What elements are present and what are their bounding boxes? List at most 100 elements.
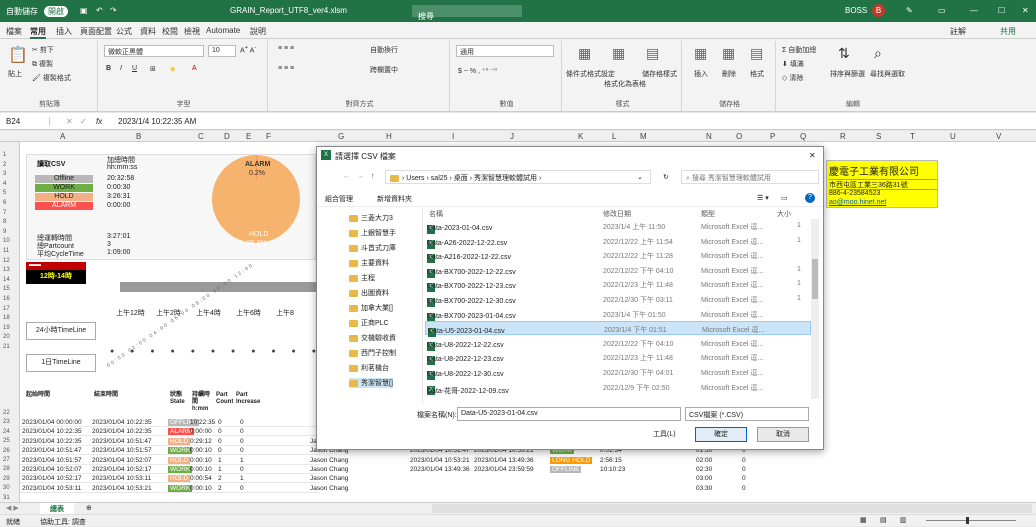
font-name-select[interactable]: 微軟正黑體 [104, 45, 204, 57]
sort-filter-icon[interactable]: ⇅ [838, 45, 850, 62]
timeline-24h-button[interactable]: 24小時TimeLine [26, 322, 96, 340]
find-icon[interactable]: ⌕ [874, 45, 882, 62]
ok-button[interactable]: 確定 [695, 427, 747, 442]
pen-icon[interactable]: ✎ [906, 6, 913, 15]
paste-button[interactable]: 貼上 [8, 69, 22, 79]
forward-icon[interactable]: → [357, 173, 364, 180]
row-header-9[interactable]: 9 [3, 229, 6, 235]
column-header-e[interactable]: E [246, 132, 251, 141]
cell-style-icon[interactable]: ▤ [646, 45, 659, 62]
menu-insert[interactable]: 插入 [56, 26, 72, 37]
nav-folder[interactable]: 秀潔智慧[] [349, 378, 393, 388]
font-size-select[interactable]: 10 [208, 45, 236, 57]
insert-button[interactable]: 插入 [694, 69, 708, 79]
row-header-18[interactable]: 18 [3, 315, 10, 321]
format-button[interactable]: 格式 [750, 69, 764, 79]
organize-button[interactable]: 組合管理 [325, 194, 353, 204]
normal-view-icon[interactable]: ▦ [860, 516, 867, 524]
refresh-icon[interactable]: ↻ [663, 173, 669, 181]
share-button[interactable]: 共用 [1000, 26, 1016, 37]
fill-color-icon[interactable]: ◈ [170, 65, 175, 73]
column-header-p[interactable]: P [770, 132, 775, 141]
file-row[interactable]: X Data-BX700-2022-12-30.csv 2022/12/30 下午 … [425, 292, 811, 307]
table-row[interactable]: 2023/01/04 10:22:35 2023/01/04 10:22:35 AL… [20, 427, 320, 437]
nav-folder[interactable]: 交機驗收資 [349, 333, 396, 343]
horizontal-scrollbar[interactable] [432, 504, 1032, 513]
row-header-7[interactable]: 7 [3, 210, 6, 216]
nav-folder[interactable]: 上銀智慧手 [349, 228, 396, 238]
row-header-14[interactable]: 14 [3, 277, 10, 283]
file-list-scrollbar[interactable] [811, 219, 819, 399]
nav-folder[interactable]: 主程 [349, 273, 375, 283]
file-row[interactable]: X Data-BX700-2022-12-22.csv 2022/12/22 下午 … [425, 263, 811, 278]
prev-sheet-icon[interactable]: ◀ ▶ [6, 504, 19, 512]
file-row[interactable]: X Data-A216-2022-12-22.csv 2022/12/22 上午 1… [425, 248, 811, 264]
table-row[interactable]: 2023/01/04 10:22:35 2023/01/04 10:51:47 HO… [20, 437, 320, 446]
row-header-15[interactable]: 15 [3, 286, 10, 292]
file-row[interactable]: X Data-2023-01-04.csv 2023/1/4 上午 11:50 Mic… [425, 219, 811, 234]
font-color-icon[interactable]: A [192, 65, 197, 72]
row-header-22[interactable]: 22 [3, 410, 10, 416]
undo-icon[interactable]: ↶ [96, 6, 103, 15]
menu-formulas[interactable]: 公式 [116, 26, 132, 37]
row-header-29[interactable]: 29 [3, 476, 10, 482]
filename-input[interactable]: Data-U5-2023-01-04.csv [457, 407, 681, 421]
path-breadcrumb[interactable]: › Users › sal25 › 桌面 › 秀潔智慧理軟體試用 › [385, 170, 651, 184]
file-row[interactable]: X Data-U8-2022-12-30.csv 2022/12/30 下午 04:… [425, 365, 811, 380]
format-cells-icon[interactable]: ▤ [750, 45, 763, 62]
up-icon[interactable]: ↑ [371, 173, 375, 180]
conditional-format-icon[interactable]: ▦ [578, 45, 591, 62]
nav-folder[interactable]: 正商PLC [349, 318, 389, 328]
column-header-o[interactable]: O [736, 132, 742, 141]
row-header-2[interactable]: 2 [3, 162, 6, 168]
file-row[interactable]: X Data-花哥-2022-12-09.csv 2022/12/9 下午 02:5… [425, 380, 811, 395]
column-header-l[interactable]: L [612, 132, 616, 141]
merge-center-button[interactable]: 跨欄置中 [370, 65, 398, 75]
column-header-g[interactable]: G [338, 132, 344, 141]
number-format-select[interactable]: 通用 [456, 45, 554, 57]
delete-cells-icon[interactable]: ▦ [722, 45, 735, 62]
file-row[interactable]: X Data-U5-2023-01-04.csv 2023/1/4 下午 01:51… [425, 321, 811, 338]
cell-styles-button[interactable]: 儲存格樣式 [642, 69, 677, 79]
paste-icon[interactable]: 📋 [8, 45, 28, 65]
menu-view[interactable]: 檢視 [184, 26, 200, 37]
row-header-19[interactable]: 19 [3, 325, 10, 331]
nav-folder[interactable]: 西門子控制 [349, 348, 396, 358]
row-header-5[interactable]: 5 [3, 190, 6, 196]
italic-icon[interactable]: I [120, 65, 122, 72]
menu-file[interactable]: 檔案 [6, 26, 22, 37]
column-header-n[interactable]: N [706, 132, 712, 141]
table-row[interactable]: 2023/01/04 10:52:07 2023/01/04 10:52:17 WO… [20, 465, 320, 474]
file-row[interactable]: X Data-BX700-2022-12-23.csv 2022/12/23 上午 … [425, 277, 811, 293]
table-row[interactable]: 2023/01/04 10:51:47 2023/01/04 10:51:57 WO… [20, 446, 320, 456]
fx-icon[interactable]: fx [96, 117, 102, 126]
align-top-icon[interactable]: ≡ ≡ ≡ [278, 45, 294, 52]
search-box[interactable]: ⌕ 搜尋 [412, 5, 522, 21]
insert-cells-icon[interactable]: ▦ [694, 45, 707, 62]
autosum-button[interactable]: Σ 自動加總 [782, 45, 816, 55]
file-column-header[interactable]: 類型 [701, 209, 715, 219]
page-layout-icon[interactable]: ▤ [880, 516, 887, 524]
row-header-4[interactable]: 4 [3, 181, 6, 187]
column-header-h[interactable]: H [386, 132, 392, 141]
column-header-t[interactable]: T [910, 132, 915, 141]
row-header-20[interactable]: 20 [3, 334, 10, 340]
file-column-header[interactable]: 修改日期 [603, 209, 631, 219]
nav-folder[interactable]: 利茗機台 [349, 363, 389, 373]
wrap-text-button[interactable]: 自動換行 [370, 45, 398, 55]
autosave-toggle[interactable]: 開啟 [44, 6, 68, 17]
row-header-13[interactable]: 13 [3, 267, 10, 273]
help-icon[interactable]: ? [805, 193, 815, 203]
row-header-24[interactable]: 24 [3, 429, 10, 435]
align-left-icon[interactable]: ≡ ≡ ≡ [278, 65, 294, 72]
table-row[interactable]: 2023/01/04 10:53:11 2023/01/04 10:53:21 WO… [20, 484, 320, 493]
copy-button[interactable]: ⧉ 複製 [32, 59, 53, 69]
name-box[interactable]: B24 [6, 117, 50, 126]
row-header-10[interactable]: 10 [3, 238, 10, 244]
file-row[interactable]: X Data-A26-2022-12-22.csv 2022/12/22 上午 11… [425, 234, 811, 249]
file-row[interactable]: X Data-BX700-2023-01-04.csv 2023/1/4 下午 01… [425, 307, 811, 322]
find-select-button[interactable]: 尋找與選取 [870, 69, 905, 79]
file-row[interactable]: X Data-U8-2022-12-22.csv 2022/12/22 下午 04:… [425, 336, 811, 351]
row-header-16[interactable]: 16 [3, 296, 10, 302]
column-header-j[interactable]: J [510, 132, 514, 141]
